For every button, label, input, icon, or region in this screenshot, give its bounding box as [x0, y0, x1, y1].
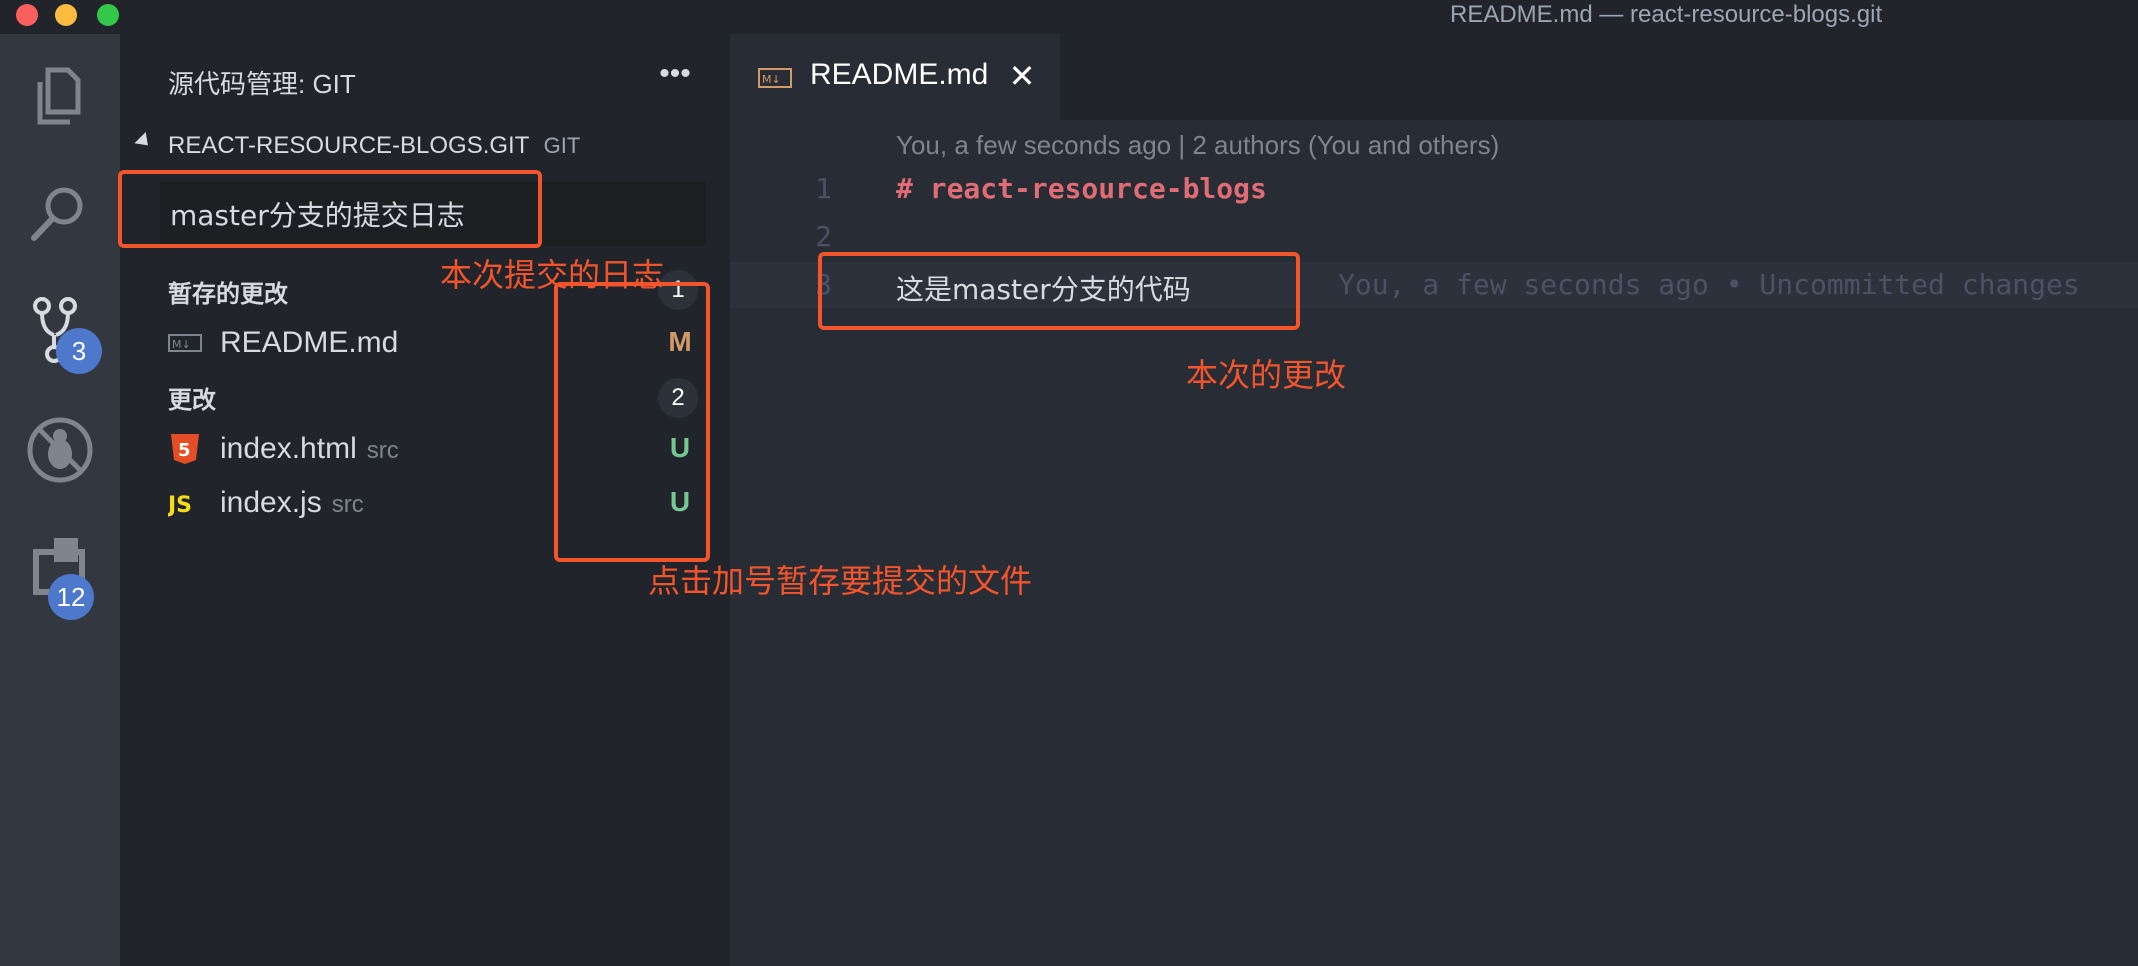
code-text: # react-resource-blogs [896, 172, 1267, 205]
source-control-badge: 3 [56, 328, 102, 374]
markdown-icon: M↓ [168, 334, 202, 352]
debug-icon [27, 417, 93, 483]
minimize-window-button[interactable] [55, 4, 77, 26]
js-icon: JS [168, 493, 192, 518]
extensions-badge: 12 [48, 574, 94, 620]
annotation-this-change: 本次的更改 [1186, 356, 1347, 394]
codelens-blame[interactable]: You, a few seconds ago | 2 authors (You … [896, 130, 1499, 161]
file-dir: src [331, 491, 364, 518]
files-icon [37, 67, 81, 125]
file-name: index.html src [220, 432, 399, 466]
file-label: README.md [220, 326, 399, 359]
maximize-window-button[interactable] [97, 4, 119, 26]
inline-blame: You, a few seconds ago • Uncommitted cha… [1338, 268, 2080, 301]
repo-header[interactable]: REACT-RESOURCE-BLOGS.GIT GIT [120, 126, 730, 166]
activity-source-control[interactable]: 3 [20, 292, 102, 374]
activity-extensions[interactable]: 12 [20, 528, 100, 620]
annotation-box-change [818, 252, 1300, 330]
sidebar-title: 源代码管理: GIT [168, 69, 356, 99]
activity-bar: 3 12 [0, 34, 120, 966]
collapse-arrow-icon [134, 131, 154, 152]
svg-text:JS: JS [168, 493, 192, 518]
repo-provider: GIT [543, 133, 581, 158]
file-name: index.js src [220, 486, 364, 520]
activity-explorer[interactable] [20, 56, 100, 136]
code-line[interactable]: 1 # react-resource-blogs [730, 166, 2138, 212]
activity-debug[interactable] [20, 410, 100, 490]
file-dir: src [366, 437, 399, 464]
changes-header[interactable]: 更改 [168, 380, 216, 415]
svg-text:5: 5 [178, 440, 191, 461]
staged-changes-header[interactable]: 暂存的更改 [168, 274, 288, 309]
close-window-button[interactable] [16, 4, 38, 26]
svg-text:M↓: M↓ [172, 338, 191, 351]
line-number: 2 [815, 220, 832, 253]
tab-readme[interactable]: M↓ README.md ✕ [730, 34, 1060, 120]
line-number: 1 [815, 172, 832, 205]
line-number: 3 [815, 268, 832, 301]
html5-icon: 5 [171, 434, 199, 464]
activity-search[interactable] [20, 174, 100, 254]
editor-tabs: M↓ README.md ✕ [730, 34, 2138, 120]
window-title: README.md — react-resource-blogs.git [1450, 1, 1883, 28]
file-label: index.html [220, 432, 357, 465]
markdown-icon: M↓ [758, 68, 792, 88]
close-icon[interactable]: ✕ [1002, 56, 1042, 96]
file-label: index.js [220, 486, 322, 519]
svg-text:M↓: M↓ [762, 73, 781, 86]
repo-name: REACT-RESOURCE-BLOGS.GIT GIT [168, 132, 580, 160]
editor-area[interactable]: You, a few seconds ago | 2 authors (You … [730, 120, 2138, 966]
tab-label: README.md [810, 58, 989, 91]
file-name: README.md [220, 326, 398, 360]
repo-title: REACT-RESOURCE-BLOGS.GIT [168, 132, 529, 159]
annotation-stage-hint: 点击加号暂存要提交的文件 [648, 562, 1033, 600]
annotation-box-stage-buttons [554, 282, 710, 562]
search-icon [31, 187, 83, 241]
more-actions-button[interactable]: ••• [650, 54, 700, 94]
annotation-box-commit-message [118, 170, 542, 248]
title-bar: README.md — react-resource-blogs.git [0, 0, 2138, 34]
